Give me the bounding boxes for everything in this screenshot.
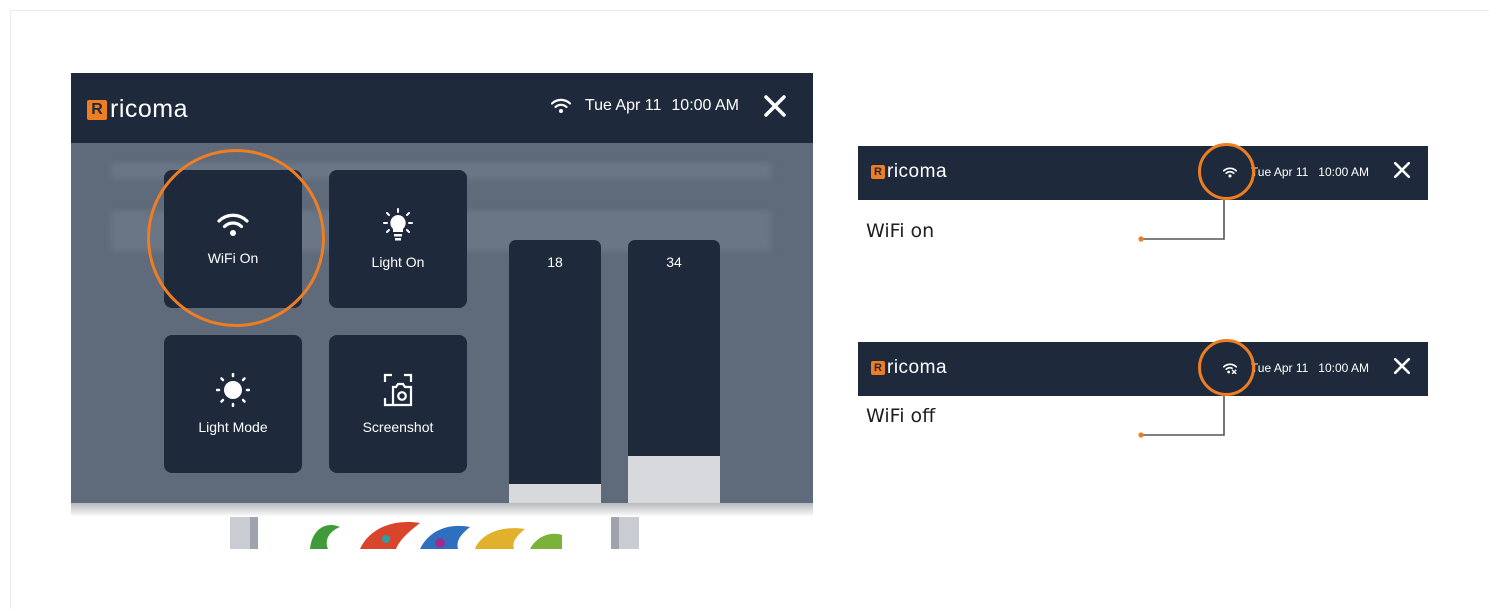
status-date: Tue Apr 11	[1250, 165, 1309, 179]
wifi-icon	[217, 213, 249, 236]
brightness-value: 18	[547, 254, 563, 270]
status-date: Tue Apr 11	[584, 97, 662, 114]
status-area: Tue Apr 11 10:00 AM	[550, 97, 739, 115]
ricoma-logo: R ricoma	[871, 357, 947, 379]
background-post	[250, 517, 258, 549]
screenshot-icon	[383, 373, 413, 407]
logo-wordmark: ricoma	[887, 357, 948, 378]
status-area: Tue Apr 11 10:00 AM	[1222, 165, 1369, 179]
volume-slider[interactable]: 34	[628, 240, 720, 503]
status-time: 10:00 AM	[1318, 361, 1369, 375]
status-time: 10:00 AM	[671, 97, 739, 114]
tile-label: WiFi On	[207, 250, 259, 266]
volume-value: 34	[666, 254, 682, 270]
caption-wifi-off: WiFi off	[866, 405, 936, 427]
embroidery-artwork	[310, 522, 562, 549]
top-bar: R ricoma Tue Apr 11 10:00 AM	[71, 73, 813, 143]
wifi-tile[interactable]: WiFi On	[164, 170, 302, 308]
close-button[interactable]	[1393, 161, 1411, 184]
caption-wifi-on: WiFi on	[866, 220, 935, 242]
status-bar-wifi-off: R ricoma Tue Apr 11 10:00 AM	[858, 342, 1428, 396]
status-bar-wifi-on: R ricoma Tue Apr 11 10:00 AM	[858, 146, 1428, 200]
logo-mark: R	[87, 99, 107, 120]
lightbulb-icon	[383, 208, 413, 241]
background-post	[611, 517, 619, 549]
logo-mark: R	[871, 361, 885, 375]
wifi-off-icon	[1222, 362, 1237, 374]
status-date: Tue Apr 11	[1250, 361, 1309, 375]
ricoma-logo: R ricoma	[87, 95, 188, 124]
sun-icon	[216, 373, 250, 407]
close-icon	[1393, 357, 1411, 375]
logo-mark: R	[871, 165, 885, 179]
tile-label: Light On	[371, 254, 425, 270]
close-button[interactable]	[1393, 357, 1411, 380]
status-area: Tue Apr 11 10:00 AM	[1222, 361, 1369, 375]
ricoma-logo: R ricoma	[871, 161, 947, 183]
panel-body: WiFi On Light On Light Mode Screenshot 1…	[71, 143, 813, 503]
logo-wordmark: ricoma	[887, 161, 948, 182]
close-icon	[764, 95, 786, 117]
tile-label: Screenshot	[362, 419, 434, 435]
wifi-icon	[550, 98, 571, 113]
wifi-icon	[1222, 166, 1237, 177]
close-button[interactable]	[763, 94, 787, 123]
close-icon	[1393, 161, 1411, 179]
screenshot-tile[interactable]: Screenshot	[329, 335, 467, 473]
light-mode-tile[interactable]: Light Mode	[164, 335, 302, 473]
logo-wordmark: ricoma	[110, 95, 189, 123]
volume-fill	[628, 456, 720, 503]
status-time: 10:00 AM	[1318, 165, 1369, 179]
control-panel: R ricoma Tue Apr 11 10:00 AM WiFi On Lig…	[71, 73, 813, 503]
panel-shadow	[71, 503, 813, 517]
brightness-slider[interactable]: 18	[509, 240, 601, 503]
brightness-fill	[509, 484, 601, 503]
tile-label: Light Mode	[198, 419, 268, 435]
light-tile[interactable]: Light On	[329, 170, 467, 308]
